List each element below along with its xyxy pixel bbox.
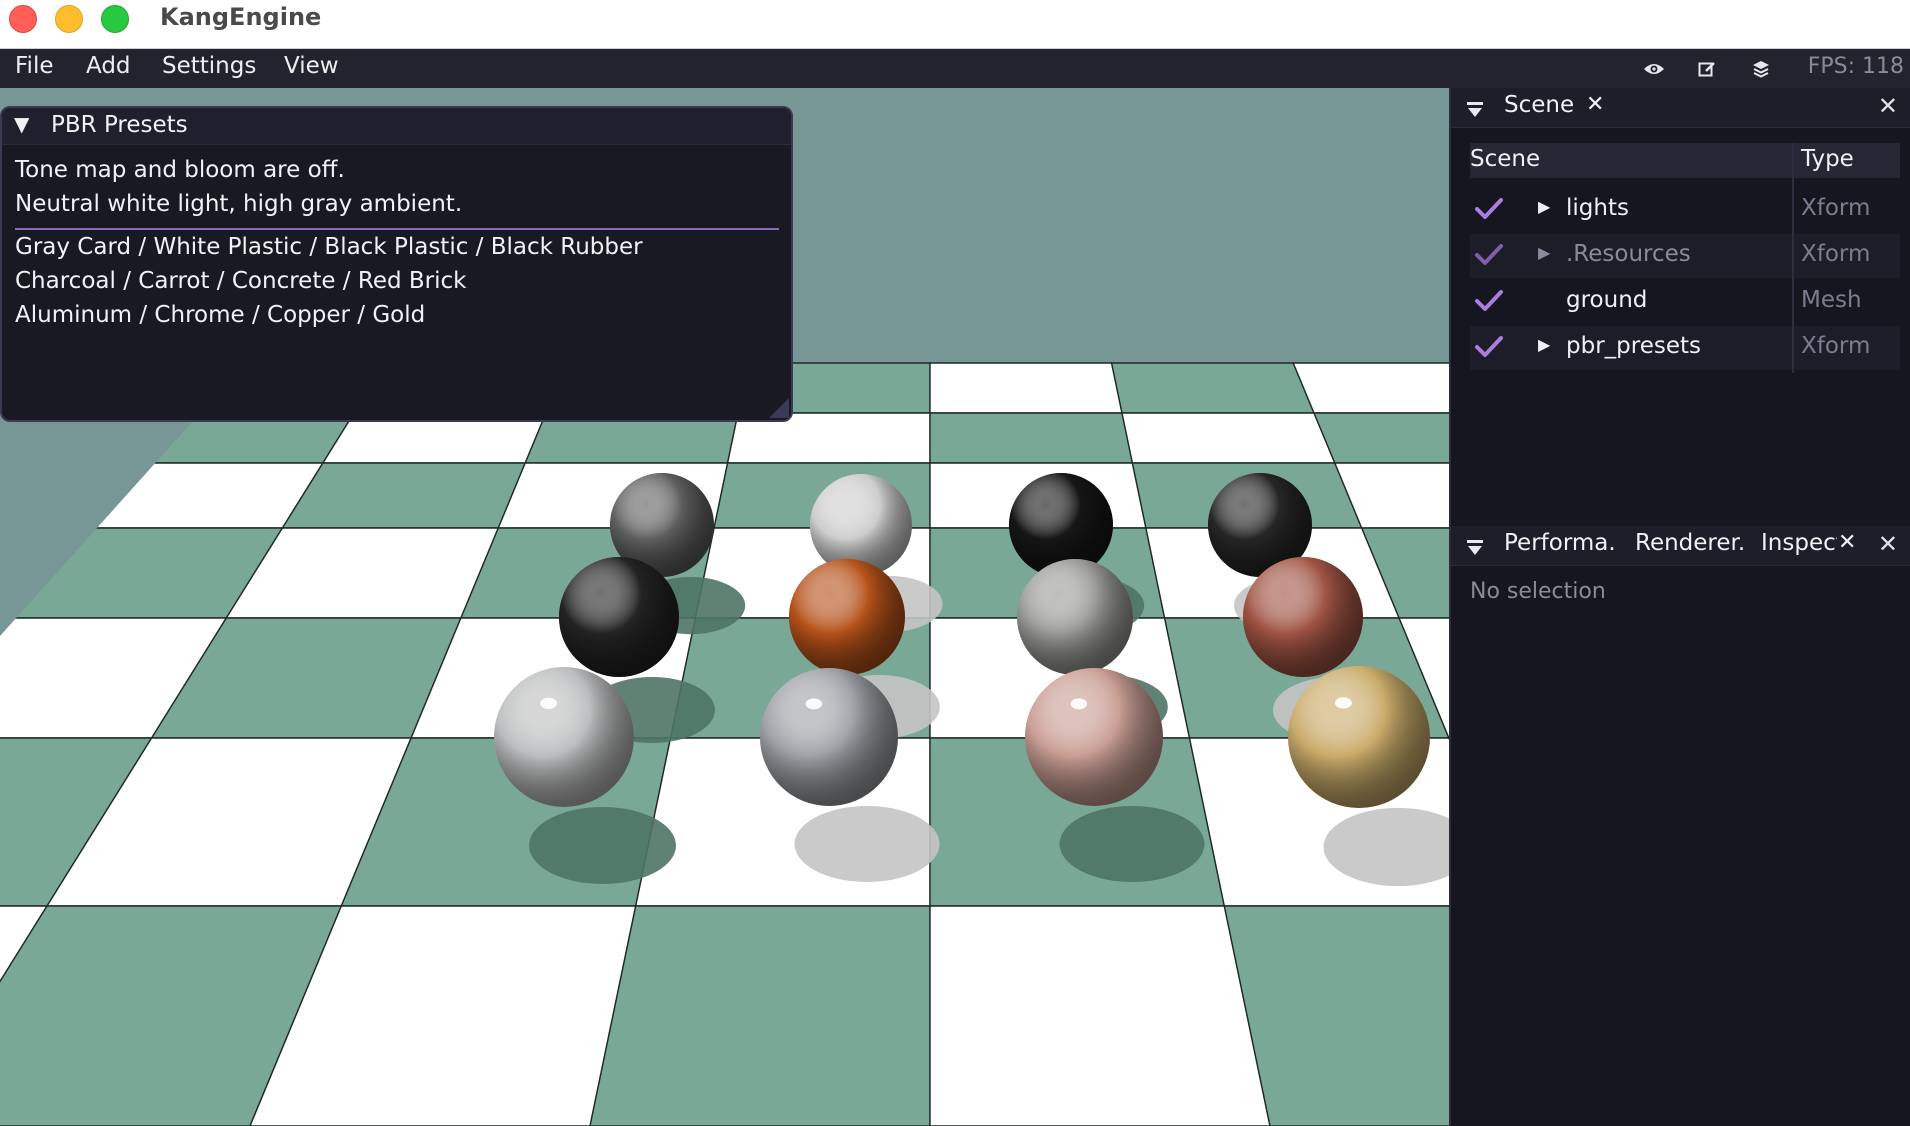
row-type: Xform: [1801, 195, 1871, 221]
sphere-shadow: [794, 806, 940, 882]
row-name: pbr_presets: [1566, 333, 1701, 359]
column-divider[interactable]: [1792, 143, 1794, 373]
specular-highlight: [540, 697, 557, 710]
charcoal-sphere-shading: [559, 557, 679, 677]
expand-arrow-icon[interactable]: ▶: [1538, 335, 1550, 354]
row-name: lights: [1566, 195, 1629, 221]
table-header: Scene Type: [1470, 143, 1900, 178]
table-row[interactable]: ▶ pbr_presets Xform: [1470, 326, 1900, 370]
separator: [15, 228, 779, 230]
tab-renderer[interactable]: Renderer.: [1635, 530, 1745, 556]
close-icon[interactable]: ✕: [1878, 530, 1898, 558]
pbr-material-row: Gray Card / White Plastic / Black Plasti…: [15, 234, 643, 260]
column-header-type[interactable]: Type: [1801, 146, 1854, 172]
table-row[interactable]: ▶ .Resources Xform: [1470, 234, 1900, 278]
sphere-shadow: [529, 807, 676, 884]
pbr-material-row: Charcoal / Carrot / Concrete / Red Brick: [15, 268, 467, 294]
concrete-sphere-shading: [1017, 559, 1133, 675]
tab-inspector[interactable]: Inspect: [1761, 530, 1837, 556]
floor-tile: [929, 905, 1271, 1126]
row-name: ground: [1566, 287, 1648, 313]
collapse-triangle-icon[interactable]: ▼: [14, 112, 29, 136]
menu-bar: File Add Settings View FPS: 118: [0, 49, 1910, 88]
pbr-presets-header[interactable]: ▼ PBR Presets: [2, 108, 791, 145]
menu-settings[interactable]: Settings: [162, 53, 256, 79]
floor-tile: [929, 412, 1134, 464]
gold-sphere-shading: [1288, 666, 1430, 808]
maximize-window-button[interactable]: [101, 5, 129, 33]
floor-tile: [1110, 362, 1316, 414]
row-type: Xform: [1801, 241, 1871, 267]
visibility-check-icon[interactable]: [1474, 196, 1504, 222]
collapse-icon[interactable]: [1467, 536, 1483, 562]
expand-arrow-icon[interactable]: ▶: [1538, 243, 1550, 262]
close-window-button[interactable]: [9, 5, 37, 33]
pbr-presets-title: PBR Presets: [51, 112, 188, 138]
row-name: .Resources: [1566, 241, 1691, 267]
pbr-description-line: Tone map and bloom are off.: [15, 157, 345, 183]
scene-tab-bar: Scene ✕ ✕: [1451, 88, 1910, 128]
aluminum-sphere-shading: [494, 667, 634, 807]
title-bar: KangEngine: [0, 0, 1910, 49]
pbr-presets-window[interactable]: ▼ PBR Presets Tone map and bloom are off…: [0, 106, 793, 422]
tab-scene[interactable]: Scene: [1504, 92, 1574, 118]
white-plastic-sphere-shading: [810, 474, 912, 576]
row-type: Mesh: [1801, 287, 1862, 313]
collapse-icon[interactable]: [1467, 98, 1483, 124]
tab-close-icon[interactable]: ✕: [1586, 92, 1604, 117]
visibility-check-icon[interactable]: [1474, 242, 1504, 268]
eye-icon[interactable]: [1642, 58, 1666, 80]
table-row[interactable]: ▶ lights Xform: [1470, 188, 1900, 232]
minimize-window-button[interactable]: [55, 5, 83, 33]
floor-tile: [589, 905, 931, 1126]
no-selection-text: No selection: [1470, 579, 1606, 604]
chrome-sphere-shading: [760, 668, 898, 806]
visibility-check-icon[interactable]: [1474, 288, 1504, 314]
tab-performance[interactable]: Performa.: [1504, 530, 1616, 556]
inspector-tab-bar: Performa. Renderer. Inspect ✕ ✕: [1451, 526, 1910, 566]
close-icon[interactable]: ✕: [1878, 92, 1898, 120]
carrot-sphere-shading: [789, 559, 905, 675]
floor-tile: [1121, 412, 1336, 464]
edit-icon[interactable]: [1695, 58, 1719, 80]
pbr-material-row: Aluminum / Chrome / Copper / Gold: [15, 302, 426, 328]
floor-tile: [1292, 362, 1449, 414]
layers-icon[interactable]: [1749, 58, 1773, 80]
fps-counter: FPS: 118: [1807, 54, 1904, 79]
app-title: KangEngine: [160, 3, 322, 31]
menu-view[interactable]: View: [284, 53, 339, 79]
right-dock: Scene ✕ ✕ Scene Type ▶ lights Xform ▶ .Resou…: [1449, 88, 1910, 1126]
floor-tile: [1312, 412, 1449, 464]
expand-arrow-icon[interactable]: ▶: [1538, 197, 1550, 216]
menu-add[interactable]: Add: [86, 53, 131, 79]
specular-highlight: [1070, 698, 1088, 710]
row-type: Xform: [1801, 333, 1871, 359]
floor-tile: [281, 462, 527, 529]
red-brick-sphere-shading: [1243, 557, 1363, 677]
visibility-check-icon[interactable]: [1474, 334, 1504, 360]
specular-highlight: [1334, 697, 1352, 709]
pbr-description-line: Neutral white light, high gray ambient.: [15, 191, 463, 217]
table-row[interactable]: ground Mesh: [1470, 280, 1900, 324]
floor-tile: [929, 362, 1123, 414]
resize-grip[interactable]: [769, 398, 789, 418]
specular-highlight: [805, 698, 823, 710]
menu-file[interactable]: File: [15, 53, 54, 79]
sphere-shadow: [1059, 806, 1205, 882]
copper-sphere-shading: [1025, 668, 1163, 806]
tab-close-icon[interactable]: ✕: [1838, 530, 1856, 555]
column-header-scene[interactable]: Scene: [1470, 146, 1540, 172]
